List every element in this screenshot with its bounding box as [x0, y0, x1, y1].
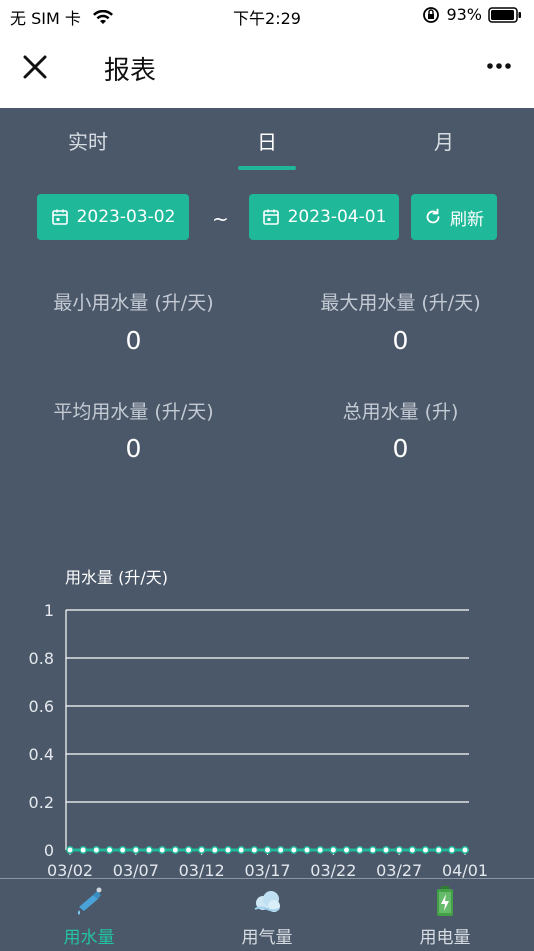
battery-percent: 93% [446, 5, 482, 24]
data-point [79, 846, 88, 854]
water-usage-chart: 0 0.2 0.4 0.6 0.8 1 03/02 03/07 03/12 03/17 03/22 0… [29, 601, 489, 878]
x-tick-label: 03/27 [376, 861, 422, 878]
gas-cloud-icon [254, 891, 280, 912]
calendar-icon [51, 209, 68, 225]
data-point [66, 846, 74, 854]
data-point [250, 846, 259, 854]
data-point [237, 846, 246, 854]
tab-day[interactable]: 日 [207, 126, 327, 155]
tab-realtime[interactable]: 实时 [28, 126, 148, 155]
data-point [395, 846, 404, 854]
data-point [342, 846, 351, 854]
data-point [105, 846, 114, 854]
stat-total-label: 总用水量 (升) [342, 401, 459, 423]
stat-avg-label: 平均用水量 (升/天) [53, 401, 214, 423]
stat-avg-value: 0 [125, 434, 142, 463]
start-date-button[interactable]: 2023-03-02 [37, 194, 189, 240]
tabbar-item-water[interactable]: 用水量 [0, 879, 178, 951]
data-point [184, 846, 193, 854]
x-tick-label: 03/22 [310, 861, 356, 878]
data-point [224, 846, 232, 854]
y-tick-label: 1 [44, 601, 54, 620]
data-point [289, 846, 298, 854]
x-tick-label: 04/01 [442, 861, 488, 878]
y-tick-label: 0.8 [29, 649, 54, 668]
start-date-label: 2023-03-02 [76, 207, 176, 227]
data-point [368, 846, 377, 854]
data-point [329, 846, 338, 854]
nav-bar: 报表 [0, 30, 534, 108]
y-tick-label: 0 [44, 841, 54, 860]
x-tick-label: 03/07 [113, 861, 159, 878]
battery-icon [437, 886, 453, 916]
stat-total-value: 0 [392, 434, 409, 463]
data-point [382, 846, 390, 854]
water-tap-icon [78, 887, 102, 915]
data-point [447, 846, 456, 854]
refresh-icon [426, 208, 440, 224]
bottom-tab-bar: 用水量 用气量 用电量 [0, 878, 534, 951]
tabbar-item-electricity[interactable]: 用电量 [356, 879, 534, 951]
battery-status-icon [488, 6, 521, 23]
data-point [408, 846, 417, 854]
chart-y-axis-label: 用水量 (升/天) [65, 568, 168, 587]
y-tick-label: 0.2 [29, 793, 54, 812]
data-point [263, 846, 272, 854]
data-point [316, 846, 325, 854]
data-point [158, 846, 167, 854]
stat-min-label: 最小用水量 (升/天) [53, 292, 214, 314]
y-tick-label: 0.6 [29, 697, 54, 716]
end-date-label: 2023-04-01 [287, 207, 387, 227]
close-icon[interactable] [20, 52, 50, 82]
data-point [421, 846, 430, 854]
tabbar-label-water: 用水量 [63, 928, 115, 948]
orientation-lock-icon [423, 6, 440, 23]
data-point [197, 846, 206, 854]
data-point [276, 846, 285, 854]
data-point [92, 846, 101, 854]
period-tabs: 实时 日 月 [0, 108, 534, 172]
stat-max-value: 0 [392, 326, 409, 355]
tabbar-label-electricity: 用电量 [419, 928, 471, 948]
more-icon[interactable] [486, 60, 512, 72]
end-date-button[interactable]: 2023-04-01 [249, 194, 399, 240]
tabbar-item-gas[interactable]: 用气量 [178, 879, 356, 951]
x-tick-label: 03/02 [47, 861, 93, 878]
date-separator: ~ [212, 207, 229, 231]
status-bar: 无 SIM 卡 下午2:29 93% [0, 0, 534, 30]
data-point [131, 846, 140, 854]
data-point [210, 846, 219, 854]
refresh-label: 刷新 [450, 209, 484, 230]
data-point [171, 846, 180, 854]
data-point [145, 846, 153, 854]
data-point [434, 846, 443, 854]
stat-min-value: 0 [125, 326, 142, 355]
stat-max-label: 最大用水量 (升/天) [320, 292, 481, 314]
tabbar-label-gas: 用气量 [241, 928, 293, 948]
data-point [303, 846, 311, 854]
tab-active-indicator [238, 166, 296, 170]
page-title: 报表 [104, 56, 157, 86]
tab-month[interactable]: 月 [384, 126, 504, 155]
x-tick-label: 03/17 [244, 861, 290, 878]
calendar-icon [262, 209, 279, 225]
refresh-button[interactable]: 刷新 [411, 194, 497, 240]
y-tick-label: 0.4 [29, 745, 54, 764]
data-point [118, 846, 127, 854]
x-tick-label: 03/12 [179, 861, 225, 878]
data-point [461, 846, 469, 854]
data-point [355, 846, 364, 854]
